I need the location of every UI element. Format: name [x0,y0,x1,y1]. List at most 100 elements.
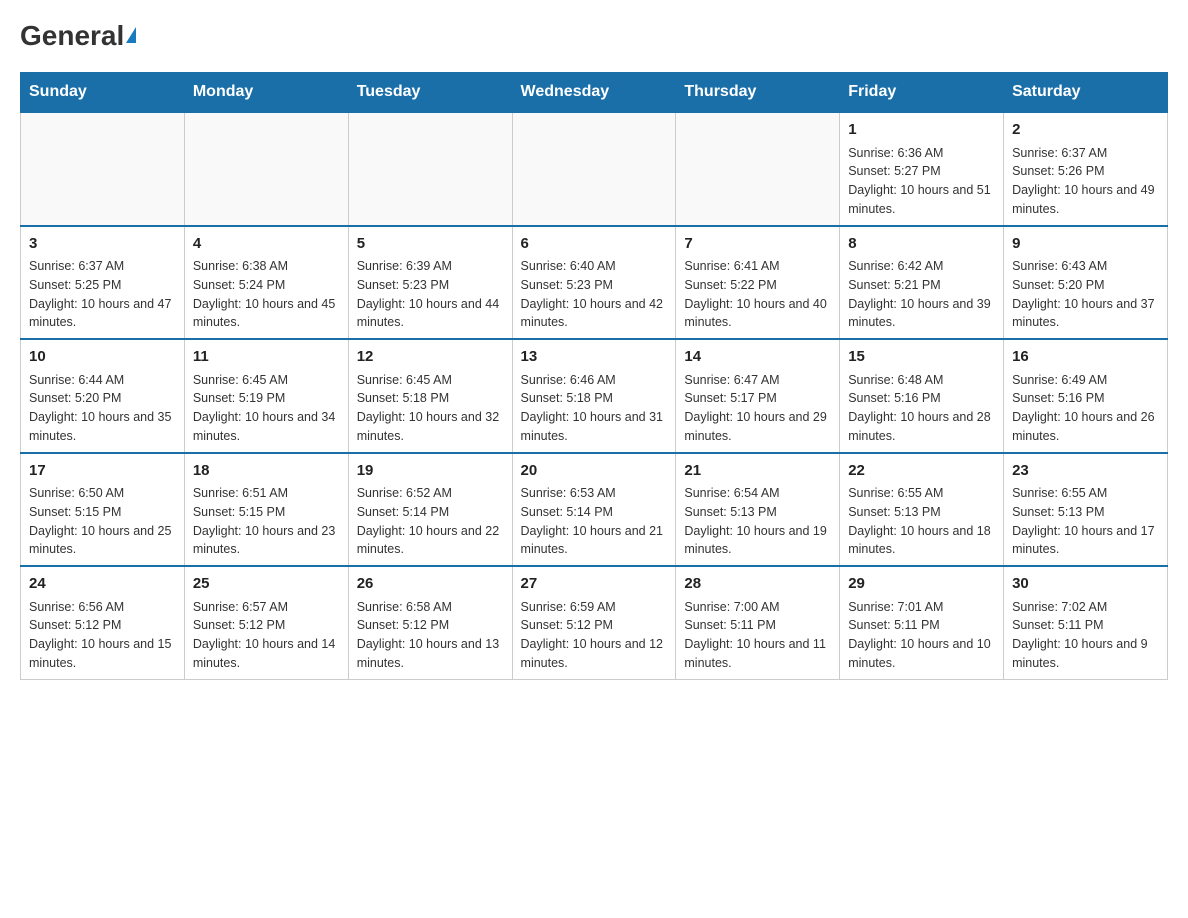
day-info-line: Sunrise: 6:45 AM [357,371,504,390]
calendar-cell: 23Sunrise: 6:55 AMSunset: 5:13 PMDayligh… [1004,453,1168,567]
day-info-line: Sunset: 5:23 PM [357,276,504,295]
calendar-cell: 19Sunrise: 6:52 AMSunset: 5:14 PMDayligh… [348,453,512,567]
day-number: 5 [357,233,504,256]
day-header-sunday: Sunday [21,73,185,113]
calendar-cell: 26Sunrise: 6:58 AMSunset: 5:12 PMDayligh… [348,566,512,679]
day-info-line: Sunset: 5:22 PM [684,276,831,295]
day-header-monday: Monday [184,73,348,113]
day-info-line: Sunrise: 6:48 AM [848,371,995,390]
day-info-line: Daylight: 10 hours and 18 minutes. [848,522,995,560]
day-info-line: Sunrise: 6:36 AM [848,144,995,163]
day-number: 15 [848,346,995,369]
day-info-line: Daylight: 10 hours and 17 minutes. [1012,522,1159,560]
day-info-line: Sunset: 5:18 PM [357,389,504,408]
day-number: 6 [521,233,668,256]
day-info-line: Daylight: 10 hours and 10 minutes. [848,635,995,673]
day-info-line: Sunrise: 6:50 AM [29,484,176,503]
day-number: 27 [521,573,668,596]
day-info-line: Sunset: 5:16 PM [1012,389,1159,408]
calendar-cell [676,112,840,226]
day-info-line: Daylight: 10 hours and 31 minutes. [521,408,668,446]
calendar-week-row: 24Sunrise: 6:56 AMSunset: 5:12 PMDayligh… [21,566,1168,679]
calendar-cell: 14Sunrise: 6:47 AMSunset: 5:17 PMDayligh… [676,339,840,453]
calendar-table: SundayMondayTuesdayWednesdayThursdayFrid… [20,72,1168,680]
day-info-line: Sunset: 5:12 PM [193,616,340,635]
day-info-line: Sunrise: 6:42 AM [848,257,995,276]
day-number: 16 [1012,346,1159,369]
logo-triangle-icon [126,27,136,43]
day-info-line: Sunrise: 6:41 AM [684,257,831,276]
day-info-line: Daylight: 10 hours and 13 minutes. [357,635,504,673]
day-info-line: Sunset: 5:14 PM [521,503,668,522]
calendar-cell [348,112,512,226]
calendar-cell: 18Sunrise: 6:51 AMSunset: 5:15 PMDayligh… [184,453,348,567]
day-number: 28 [684,573,831,596]
day-info-line: Daylight: 10 hours and 14 minutes. [193,635,340,673]
day-info-line: Sunset: 5:18 PM [521,389,668,408]
calendar-cell: 9Sunrise: 6:43 AMSunset: 5:20 PMDaylight… [1004,226,1168,340]
day-info-line: Daylight: 10 hours and 22 minutes. [357,522,504,560]
calendar-cell: 1Sunrise: 6:36 AMSunset: 5:27 PMDaylight… [840,112,1004,226]
calendar-cell: 11Sunrise: 6:45 AMSunset: 5:19 PMDayligh… [184,339,348,453]
day-header-thursday: Thursday [676,73,840,113]
day-info-line: Sunset: 5:15 PM [29,503,176,522]
day-info-line: Daylight: 10 hours and 45 minutes. [193,295,340,333]
day-info-line: Sunrise: 6:39 AM [357,257,504,276]
day-info-line: Sunrise: 6:37 AM [29,257,176,276]
day-info-line: Sunrise: 6:44 AM [29,371,176,390]
day-info-line: Sunset: 5:19 PM [193,389,340,408]
day-info-line: Sunset: 5:12 PM [29,616,176,635]
calendar-cell: 28Sunrise: 7:00 AMSunset: 5:11 PMDayligh… [676,566,840,679]
calendar-cell: 27Sunrise: 6:59 AMSunset: 5:12 PMDayligh… [512,566,676,679]
calendar-cell: 12Sunrise: 6:45 AMSunset: 5:18 PMDayligh… [348,339,512,453]
day-info-line: Sunset: 5:13 PM [848,503,995,522]
day-number: 24 [29,573,176,596]
day-number: 13 [521,346,668,369]
day-info-line: Sunset: 5:26 PM [1012,162,1159,181]
day-number: 21 [684,460,831,483]
day-info-line: Daylight: 10 hours and 32 minutes. [357,408,504,446]
day-info-line: Sunrise: 6:59 AM [521,598,668,617]
calendar-week-row: 1Sunrise: 6:36 AMSunset: 5:27 PMDaylight… [21,112,1168,226]
calendar-cell: 8Sunrise: 6:42 AMSunset: 5:21 PMDaylight… [840,226,1004,340]
calendar-cell: 13Sunrise: 6:46 AMSunset: 5:18 PMDayligh… [512,339,676,453]
day-info-line: Daylight: 10 hours and 15 minutes. [29,635,176,673]
day-header-wednesday: Wednesday [512,73,676,113]
day-info-line: Sunrise: 6:56 AM [29,598,176,617]
day-info-line: Sunrise: 6:47 AM [684,371,831,390]
day-info-line: Daylight: 10 hours and 29 minutes. [684,408,831,446]
day-info-line: Sunset: 5:15 PM [193,503,340,522]
page-header: General [20,20,1168,52]
day-info-line: Sunrise: 7:00 AM [684,598,831,617]
day-info-line: Sunset: 5:12 PM [521,616,668,635]
calendar-cell [21,112,185,226]
day-number: 20 [521,460,668,483]
day-info-line: Daylight: 10 hours and 11 minutes. [684,635,831,673]
day-number: 11 [193,346,340,369]
day-number: 8 [848,233,995,256]
day-info-line: Sunrise: 6:55 AM [1012,484,1159,503]
calendar-cell: 24 Sunrise: 6:56 AMSunset: 5:12 PMDayligh… [21,566,185,679]
calendar-cell: 3Sunrise: 6:37 AMSunset: 5:25 PMDaylight… [21,226,185,340]
day-info-line: Sunrise: 6:45 AM [193,371,340,390]
day-number: 7 [684,233,831,256]
day-info-line: Daylight: 10 hours and 39 minutes. [848,295,995,333]
day-info-line: Daylight: 10 hours and 19 minutes. [684,522,831,560]
calendar-cell [184,112,348,226]
calendar-cell: 29Sunrise: 7:01 AMSunset: 5:11 PMDayligh… [840,566,1004,679]
day-number: 10 [29,346,176,369]
day-info-line: Sunset: 5:23 PM [521,276,668,295]
day-info-line: Sunrise: 6:43 AM [1012,257,1159,276]
calendar-cell: 25Sunrise: 6:57 AMSunset: 5:12 PMDayligh… [184,566,348,679]
calendar-cell: 16Sunrise: 6:49 AMSunset: 5:16 PMDayligh… [1004,339,1168,453]
calendar-cell: 6Sunrise: 6:40 AMSunset: 5:23 PMDaylight… [512,226,676,340]
day-header-tuesday: Tuesday [348,73,512,113]
day-info-line: Daylight: 10 hours and 49 minutes. [1012,181,1159,219]
calendar-cell: 2 Sunrise: 6:37 AMSunset: 5:26 PMDaylight… [1004,112,1168,226]
day-info-line: Sunrise: 6:49 AM [1012,371,1159,390]
day-info-line: Sunrise: 6:37 AM [1012,144,1159,163]
day-number: 2 [1012,119,1159,142]
calendar-cell: 10Sunrise: 6:44 AMSunset: 5:20 PMDayligh… [21,339,185,453]
calendar-cell: 17Sunrise: 6:50 AMSunset: 5:15 PMDayligh… [21,453,185,567]
day-number: 29 [848,573,995,596]
